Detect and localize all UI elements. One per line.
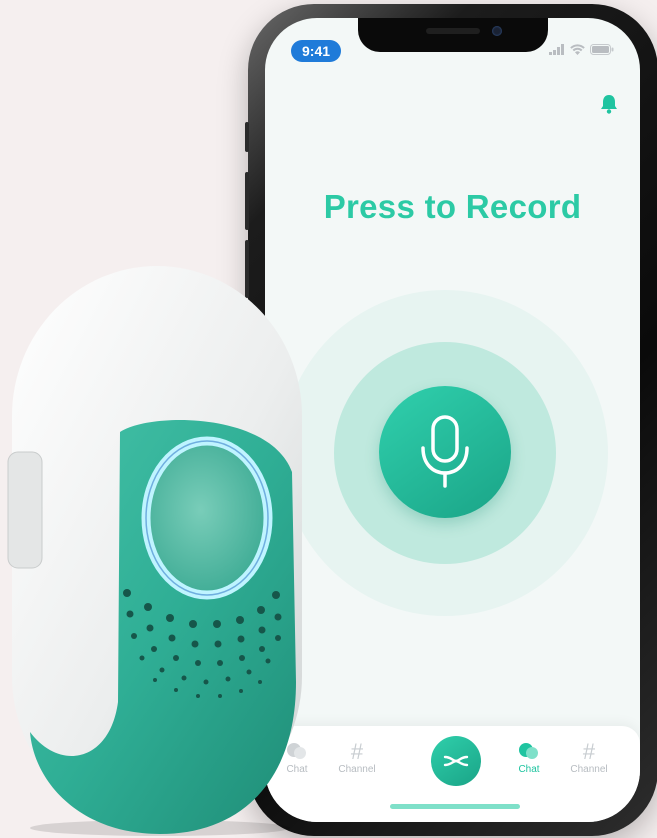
bell-icon[interactable] [600,94,618,119]
mute-switch [245,122,249,152]
tab-label: Channel [570,764,608,775]
wifi-icon [570,44,585,55]
tab-chat-2[interactable]: Chat [499,740,559,775]
volume-up-button [245,172,249,230]
notch [358,18,548,52]
microphone-icon [421,415,469,488]
battery-icon [590,44,614,55]
front-camera [492,26,502,36]
signal-icon [549,44,564,55]
tab-label: Channel [338,764,376,775]
walkie-talkie-device [7,266,302,836]
status-time: 9:41 [291,40,342,62]
walkie-talkie-icon [443,755,469,767]
hash-icon: # [350,739,364,764]
hash-icon: # [582,739,596,764]
status-icons [549,44,614,55]
page-title: Press to Record [323,188,582,225]
tab-channel-2[interactable]: # Channel [559,739,619,775]
smartphone: 9:41 Press to Record Chat # Channel Chat… [245,4,657,836]
tab-label: Chat [518,764,540,775]
home-indicator [390,804,520,809]
tab-channel-1[interactable]: # Channel [327,739,387,775]
record-button[interactable] [379,386,511,518]
walkie-talkie-tab[interactable] [431,736,481,786]
earpiece-speaker [426,28,480,34]
side-button [7,451,43,569]
phone-screen: 9:41 Press to Record Chat # Channel Chat… [265,18,640,822]
chat-bubble-icon [499,740,559,764]
